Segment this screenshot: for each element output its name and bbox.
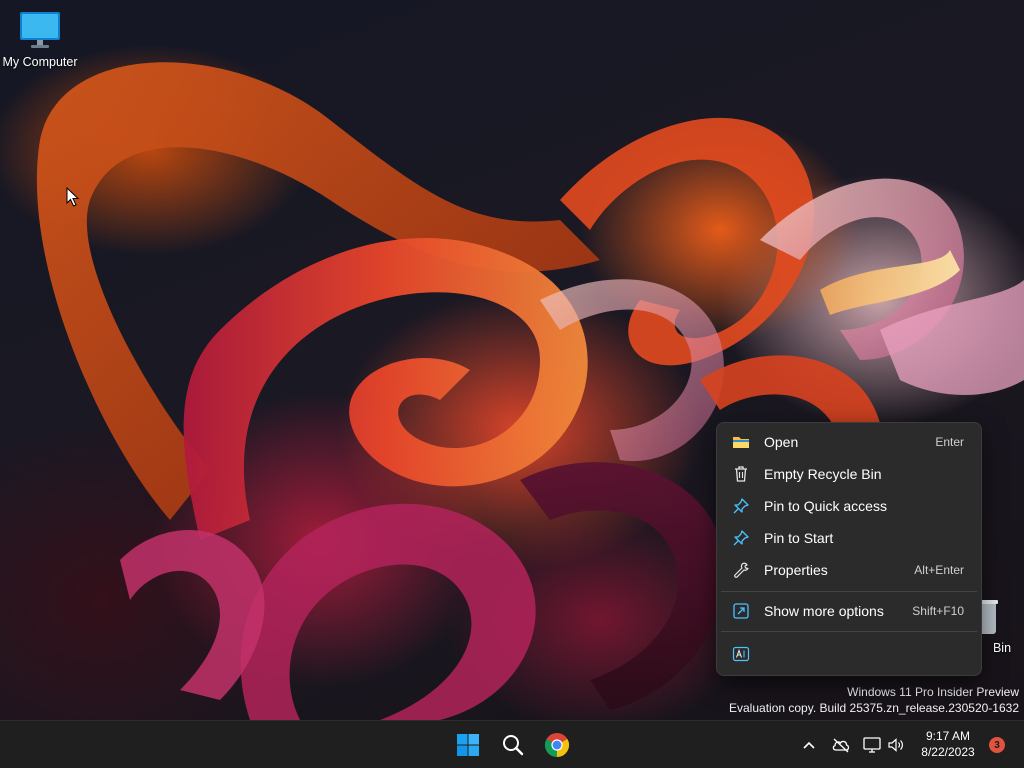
taskbar: 9:17 AM 8/22/2023 3 (0, 720, 1024, 768)
network-icon (863, 737, 881, 753)
desktop-icon-label: My Computer (2, 55, 78, 69)
evaluation-watermark: Windows 11 Pro Insider Preview Evaluatio… (729, 684, 1019, 716)
translate-icon (730, 643, 752, 665)
pin-icon (730, 527, 752, 549)
menu-separator (721, 591, 977, 592)
menu-item-empty-recycle-bin[interactable]: Empty Recycle Bin (722, 459, 976, 489)
watermark-line2: Evaluation copy. Build 25375.zn_release.… (729, 701, 1019, 715)
search-button[interactable] (493, 725, 533, 765)
chevron-up-icon (803, 741, 815, 749)
volume-button[interactable] (886, 735, 906, 755)
menu-item-label: Properties (764, 562, 828, 578)
taskbar-clock[interactable]: 9:17 AM 8/22/2023 (912, 728, 984, 760)
network-button[interactable] (862, 735, 882, 755)
onedrive-button[interactable] (831, 735, 851, 755)
search-icon (503, 735, 524, 756)
menu-item-shortcut: Shift+F10 (912, 604, 964, 618)
menu-item-open[interactable]: Open Enter (722, 427, 976, 457)
context-menu: Open Enter Empty Recycle Bin Pin to Quic… (716, 422, 982, 676)
windows-start-icon (457, 734, 479, 756)
desktop-icon-my-computer[interactable]: My Computer (0, 10, 80, 69)
menu-item-translate[interactable] (722, 639, 758, 669)
menu-item-label: Open (764, 434, 799, 450)
clock-time: 9:17 AM (925, 729, 971, 743)
clock-date: 8/22/2023 (921, 745, 975, 759)
mouse-cursor-icon (66, 187, 80, 207)
chrome-taskbar-button[interactable] (537, 725, 577, 765)
volume-icon (888, 738, 903, 752)
menu-item-label: Pin to Quick access (764, 498, 887, 514)
trash-icon (730, 463, 752, 485)
menu-item-shortcut: Alt+Enter (914, 563, 964, 577)
menu-separator (721, 631, 977, 632)
wrench-icon (730, 559, 752, 581)
chrome-icon (544, 733, 570, 757)
menu-item-pin-quick-access[interactable]: Pin to Quick access (722, 491, 976, 521)
start-button[interactable] (448, 725, 488, 765)
menu-item-label: Show more options (764, 603, 884, 619)
pin-icon (730, 495, 752, 517)
folder-icon (730, 431, 752, 453)
show-hidden-icons-button[interactable] (799, 735, 819, 755)
desktop-icon-label: Bin (992, 641, 1012, 655)
notification-badge[interactable]: 3 (989, 737, 1005, 753)
monitor-icon (20, 12, 60, 48)
watermark-line1: Windows 11 Pro Insider Preview (847, 685, 1019, 699)
menu-item-label: Pin to Start (764, 530, 834, 546)
cloud-offline-icon (832, 738, 850, 753)
menu-item-show-more-options[interactable]: Show more options Shift+F10 (722, 596, 976, 626)
menu-item-shortcut: Enter (935, 435, 964, 449)
menu-item-label: Empty Recycle Bin (764, 466, 882, 482)
more-options-icon (730, 600, 752, 622)
menu-item-pin-to-start[interactable]: Pin to Start (722, 523, 976, 553)
menu-item-properties[interactable]: Properties Alt+Enter (722, 555, 976, 585)
